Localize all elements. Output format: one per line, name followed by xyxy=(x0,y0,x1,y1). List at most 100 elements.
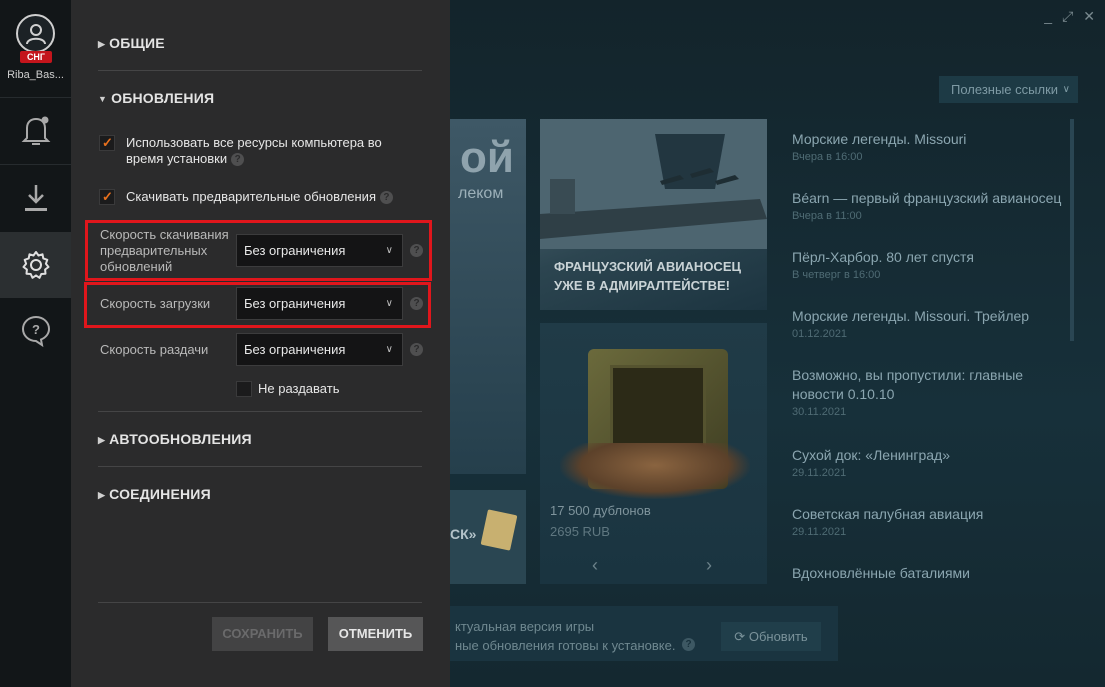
coins-image xyxy=(560,443,750,499)
gear-icon xyxy=(22,251,49,279)
help-icon[interactable]: ? xyxy=(410,343,423,356)
news-date: 30.11.2021 xyxy=(792,406,847,418)
refresh-button[interactable]: ⟳ Обновить xyxy=(721,622,821,651)
news-date: Вчера в 16:00 xyxy=(792,151,863,163)
news-item[interactable]: Советская палубная авиация 29.11.2021 xyxy=(792,505,1064,564)
news-date: 29.11.2021 xyxy=(792,467,847,479)
news-title: Морские легенды. Missouri. Трейлер xyxy=(792,308,1030,324)
profile-block[interactable]: СНГ Riba_Bas... xyxy=(0,0,71,92)
checkmark-icon: ✓ xyxy=(102,135,113,150)
downloads-button[interactable] xyxy=(0,165,71,231)
help-icon[interactable]: ? xyxy=(379,191,393,204)
highlight-box xyxy=(84,282,431,328)
window-controls: _ ⤢ ✕ xyxy=(1044,8,1095,25)
app-window: _ ⤢ ✕ Полезные ссылки ∨ ой леком СК» ФРА… xyxy=(0,0,1105,687)
useful-links-dropdown[interactable]: Полезные ссылки ∨ xyxy=(939,76,1078,103)
svg-text:?: ? xyxy=(32,322,40,337)
chevron-down-icon: ▼ xyxy=(98,94,108,104)
chevron-right-icon: ▶ xyxy=(98,435,106,445)
close-icon[interactable]: ✕ xyxy=(1083,8,1095,25)
promo-partial-small: леком xyxy=(458,185,504,202)
news-date: Вчера в 11:00 xyxy=(792,210,862,222)
refresh-label: Обновить xyxy=(748,629,808,644)
minimize-icon[interactable]: _ xyxy=(1044,8,1052,25)
help-icon: ? xyxy=(21,315,50,348)
carrier-caption-line2: УЖЕ В АДМИРАЛТЕЙСТВЕ! xyxy=(554,278,730,293)
no-seed-checkbox[interactable] xyxy=(236,381,252,397)
doubloons-price: 2695 RUB xyxy=(550,524,610,539)
highlight-box xyxy=(85,220,432,281)
download-preupdates-checkbox[interactable]: ✓ xyxy=(99,189,115,205)
news-list: Морские легенды. Missouri Вчера в 16:00 … xyxy=(792,130,1064,623)
news-title: Сухой док: «Ленинград» xyxy=(792,447,950,463)
settings-button[interactable] xyxy=(0,232,71,298)
use-all-resources-label[interactable]: Использовать все ресурсы компьютера во в… xyxy=(126,135,382,167)
news-title: Пёрл-Харбор. 80 лет спустя xyxy=(792,249,974,265)
news-item[interactable]: Сухой док: «Ленинград» 29.11.2021 xyxy=(792,446,1064,505)
chevron-right-icon[interactable]: › xyxy=(706,555,712,576)
news-item[interactable]: Пёрл-Харбор. 80 лет спустя В четверг в 1… xyxy=(792,248,1064,307)
news-item[interactable]: Возможно, вы пропустили: главные новости… xyxy=(792,366,1064,446)
carrier-image xyxy=(540,119,767,249)
news-item[interactable]: Морские легенды. Missouri. Трейлер 01.12… xyxy=(792,307,1064,366)
divider xyxy=(98,411,422,412)
carrier-caption-line1: ФРАНЦУЗСКИЙ АВИАНОСЕЦ xyxy=(554,259,741,274)
news-date: 01.12.2021 xyxy=(792,328,848,340)
divider xyxy=(98,466,422,467)
user-icon xyxy=(26,24,46,45)
news-date: 29.11.2021 xyxy=(792,526,847,538)
help-icon[interactable]: ? xyxy=(231,153,245,166)
news-title: Морские легенды. Missouri xyxy=(792,131,967,147)
section-updates[interactable]: ▼ ОБНОВЛЕНИЯ xyxy=(98,90,214,106)
notifications-button[interactable] xyxy=(0,98,71,164)
news-card-carrier[interactable]: ФРАНЦУЗСКИЙ АВИАНОСЕЦ УЖЕ В АДМИРАЛТЕЙСТ… xyxy=(540,119,767,310)
divider xyxy=(98,602,422,603)
status-line2: ные обновления готовы к установке. xyxy=(455,638,676,653)
refresh-icon: ⟳ xyxy=(734,629,746,644)
section-updates-label: ОБНОВЛЕНИЯ xyxy=(111,90,215,106)
news-scrollbar[interactable] xyxy=(1070,119,1074,341)
settings-panel: ▶ ОБЩИЕ ▼ ОБНОВЛЕНИЯ ✓ Использовать все ре… xyxy=(71,0,450,687)
doubloons-amount: 17 500 дублонов xyxy=(550,503,651,518)
chevron-right-icon: ▶ xyxy=(98,39,106,49)
news-item[interactable]: Béarn — первый французский авианосец Вче… xyxy=(792,189,1064,248)
section-autoupdates[interactable]: ▶ АВТООБНОВЛЕНИЯ xyxy=(98,431,252,447)
seed-speed-label: Скорость раздачи xyxy=(100,342,209,357)
chevron-down-icon: ∨ xyxy=(1062,84,1070,95)
use-all-resources-label-line2: время установки xyxy=(126,151,228,166)
left-rail: СНГ Riba_Bas... ? xyxy=(0,0,71,687)
no-seed-label[interactable]: Не раздавать xyxy=(258,381,339,397)
status-help-icon[interactable]: ? xyxy=(682,638,695,651)
promo-card-bottom-partial[interactable]: СК» xyxy=(450,490,526,584)
region-badge: СНГ xyxy=(20,51,52,63)
cancel-button[interactable]: ОТМЕНИТЬ xyxy=(328,617,423,651)
chevron-left-icon[interactable]: ‹ xyxy=(592,555,598,576)
useful-links-label: Полезные ссылки xyxy=(951,82,1059,97)
save-button[interactable]: СОХРАНИТЬ xyxy=(212,617,313,651)
section-connections[interactable]: ▶ СОЕДИНЕНИЯ xyxy=(98,486,211,502)
seed-speed-value: Без ограничения xyxy=(244,342,346,357)
help-button[interactable]: ? xyxy=(0,298,71,364)
section-general[interactable]: ▶ ОБЩИЕ xyxy=(98,35,165,51)
news-title: Вдохновлённые баталиями xyxy=(792,565,971,581)
promo-card-partial[interactable]: ой леком xyxy=(450,119,526,474)
news-item[interactable]: Морские легенды. Missouri Вчера в 16:00 xyxy=(792,130,1064,189)
use-all-resources-label-line1: Использовать все ресурсы компьютера во xyxy=(126,135,382,150)
use-all-resources-checkbox[interactable]: ✓ xyxy=(99,135,115,151)
news-title: Возможно, вы пропустили: главные новости… xyxy=(792,367,1024,402)
news-date: В четверг в 16:00 xyxy=(792,269,881,281)
status-line1: ктуальная версия игры xyxy=(455,619,595,634)
avatar[interactable] xyxy=(16,14,55,53)
bell-icon xyxy=(21,116,50,145)
divider xyxy=(98,70,422,71)
shop-card-doubloons[interactable]: 17 500 дублонов 2695 RUB ‹ › xyxy=(540,323,767,584)
checkmark-icon: ✓ xyxy=(102,189,113,204)
link-icon xyxy=(480,509,518,551)
section-connections-label: СОЕДИНЕНИЯ xyxy=(109,486,211,502)
news-title: Béarn — первый французский авианосец xyxy=(792,190,1062,206)
seed-speed-select[interactable]: Без ограничения ∨ xyxy=(236,333,403,366)
download-preupdates-label-text: Скачивать предварительные обновления xyxy=(126,189,376,204)
download-preupdates-label[interactable]: Скачивать предварительные обновления? xyxy=(126,189,393,205)
maximize-icon[interactable]: ⤢ xyxy=(1062,8,1073,25)
promo-partial-big: ой xyxy=(460,133,514,182)
